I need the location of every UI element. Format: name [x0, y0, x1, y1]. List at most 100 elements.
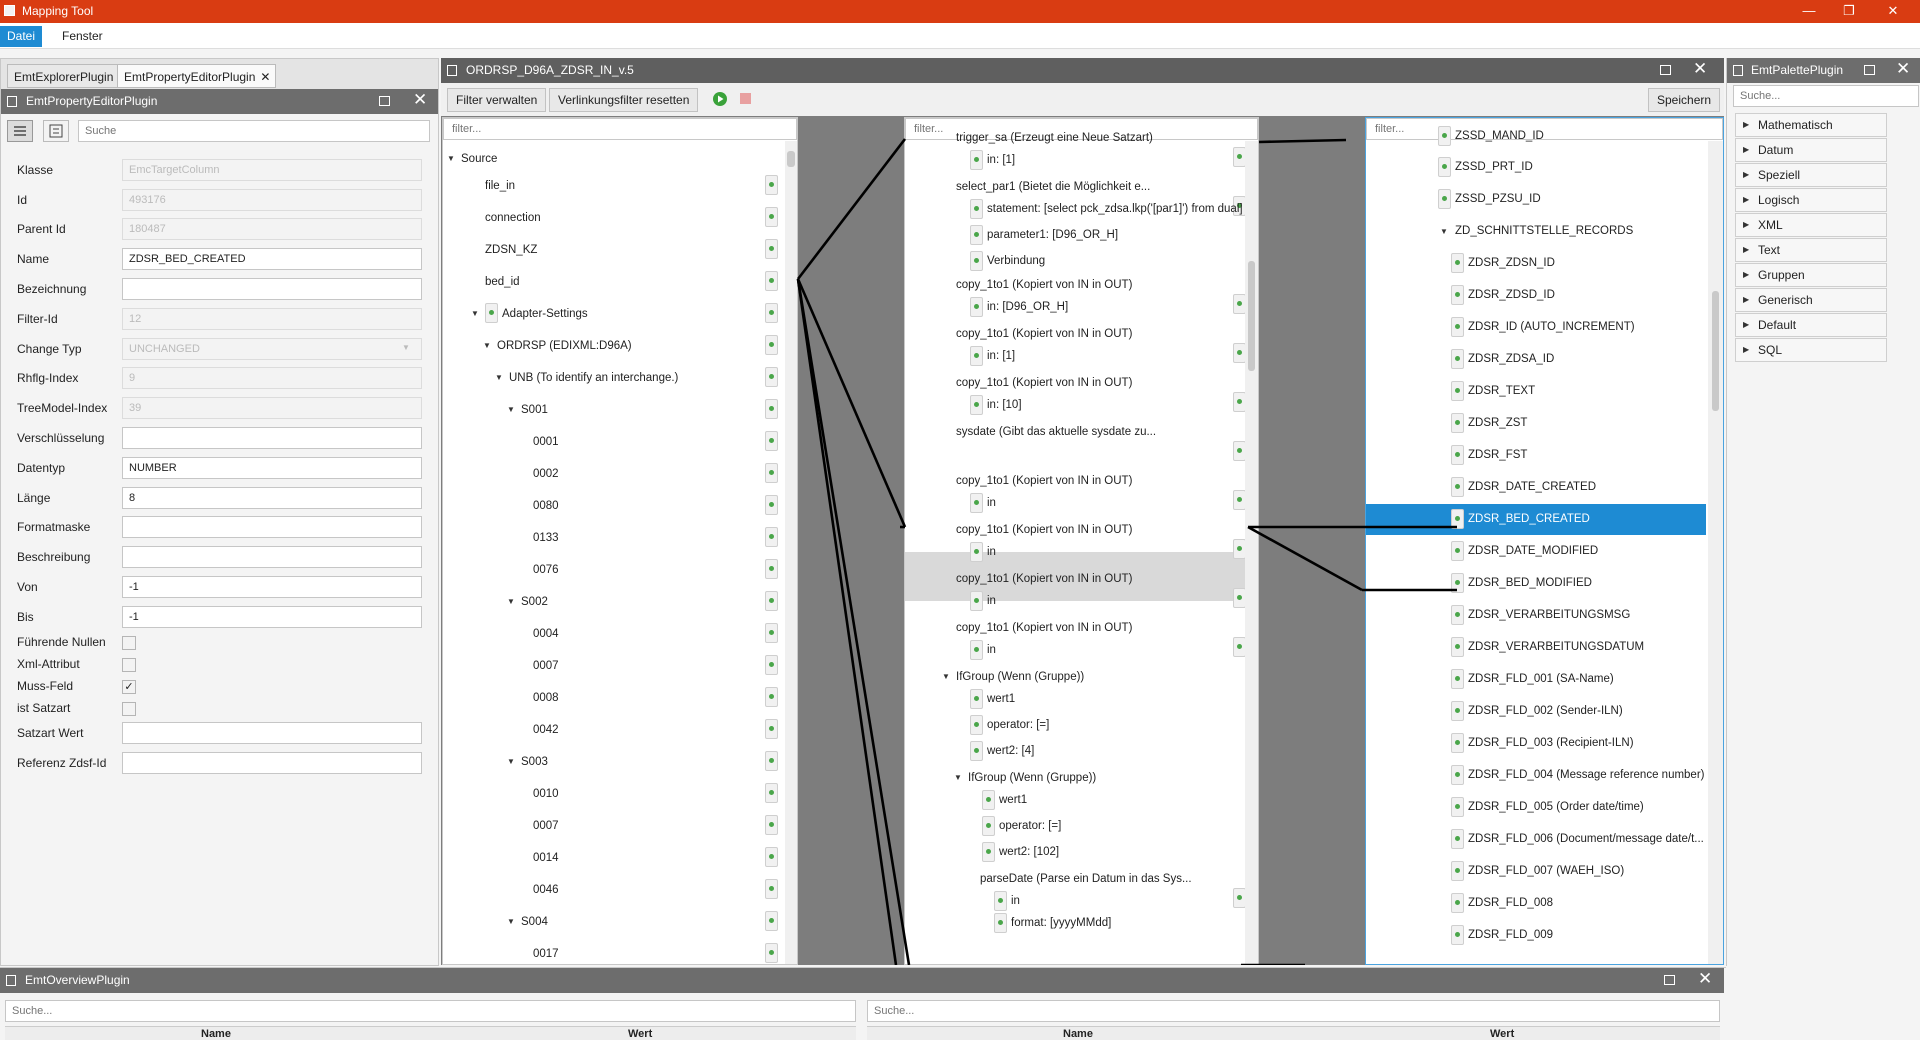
- link-port-icon[interactable]: [970, 542, 983, 562]
- target-row[interactable]: ZDSR_ZDSD_ID: [1366, 280, 1706, 311]
- link-port-icon[interactable]: [1451, 701, 1464, 721]
- palette-item[interactable]: ▶ Datum: [1735, 138, 1887, 162]
- function-row[interactable]: in: [905, 493, 1245, 513]
- column-name[interactable]: Name: [201, 1028, 231, 1040]
- palette-item[interactable]: ▶ Speziell: [1735, 163, 1887, 187]
- source-row[interactable]: 0004: [443, 623, 783, 643]
- expand-arrow-icon[interactable]: ▶: [1743, 189, 1749, 211]
- field-value[interactable]: NUMBER: [122, 457, 422, 479]
- close-icon[interactable]: ✕: [413, 89, 427, 111]
- source-row[interactable]: 0008: [443, 687, 783, 707]
- maximize-icon[interactable]: [1864, 65, 1875, 75]
- function-row[interactable]: format: [yyyyMMdd]: [905, 913, 1245, 933]
- target-row[interactable]: ZDSR_ZDSN_ID: [1366, 248, 1706, 279]
- maximize-icon[interactable]: [1664, 975, 1675, 985]
- target-row[interactable]: ZDSR_VERARBEITUNGSDATUM: [1366, 632, 1706, 663]
- function-row[interactable]: copy_1to1 (Kopiert von IN in OUT): [905, 521, 1246, 559]
- source-row[interactable]: connection: [443, 207, 783, 227]
- source-row[interactable]: 0007: [443, 655, 783, 675]
- expand-arrow-icon[interactable]: ▼: [471, 305, 479, 323]
- palette-item[interactable]: ▶ Text: [1735, 238, 1887, 262]
- overview-search-right[interactable]: [867, 1000, 1720, 1022]
- source-row[interactable]: 0017: [443, 943, 783, 963]
- overview-search-left[interactable]: [5, 1000, 856, 1022]
- close-icon[interactable]: ✕: [1882, 3, 1904, 19]
- expand-arrow-icon[interactable]: ▼: [507, 593, 515, 611]
- function-row[interactable]: parameter1: [D96_OR_H]: [905, 225, 1245, 245]
- target-row[interactable]: ZDSR_FLD_001 (SA-Name): [1366, 664, 1706, 695]
- field-value[interactable]: [122, 427, 422, 449]
- link-port-icon[interactable]: [1451, 637, 1464, 657]
- stop-icon[interactable]: [740, 93, 751, 104]
- maximize-icon[interactable]: [1660, 65, 1671, 75]
- checkbox[interactable]: ✓: [122, 680, 136, 694]
- expand-arrow-icon[interactable]: ▼: [495, 369, 503, 387]
- expand-arrow-icon[interactable]: ▼: [447, 150, 455, 168]
- close-icon[interactable]: ✕: [1896, 58, 1910, 80]
- target-row[interactable]: ZDSR_DATE_CREATED: [1366, 472, 1706, 503]
- filter-manage-button[interactable]: Filter verwalten: [447, 88, 547, 112]
- link-port-icon[interactable]: [982, 816, 995, 836]
- link-port-icon[interactable]: [970, 689, 983, 709]
- checkbox[interactable]: [122, 658, 136, 672]
- link-port-icon[interactable]: [970, 199, 983, 219]
- target-row[interactable]: ZDSR_DATE_MODIFIED: [1366, 536, 1706, 567]
- link-port-icon[interactable]: [1451, 253, 1464, 273]
- link-port-icon[interactable]: [765, 655, 778, 675]
- palette-item[interactable]: ▶ XML: [1735, 213, 1887, 237]
- minimize-icon[interactable]: —: [1798, 3, 1820, 19]
- source-row[interactable]: 0080: [443, 495, 783, 515]
- palette-item[interactable]: ▶ Gruppen: [1735, 263, 1887, 287]
- target-row[interactable]: ZDSR_TEXT: [1366, 376, 1706, 407]
- palette-search-input[interactable]: [1733, 85, 1919, 107]
- target-row[interactable]: ZSSD_MAND_ID: [1366, 121, 1706, 152]
- target-row[interactable]: ZDSR_FLD_007 (WAEH_ISO): [1366, 856, 1706, 887]
- link-port-icon[interactable]: [765, 239, 778, 259]
- link-port-icon[interactable]: [1451, 509, 1464, 529]
- link-port-icon[interactable]: [765, 559, 778, 579]
- field-value[interactable]: [122, 722, 422, 744]
- palette-item[interactable]: ▶ Generisch: [1735, 288, 1887, 312]
- link-port-icon[interactable]: [765, 335, 778, 355]
- source-scrollbar[interactable]: [785, 141, 797, 964]
- function-row[interactable]: copy_1to1 (Kopiert von IN in OUT): [905, 374, 1246, 412]
- expand-arrow-icon[interactable]: ▼: [483, 337, 491, 355]
- link-port-icon[interactable]: [765, 431, 778, 451]
- tab-explorer[interactable]: EmtExplorerPlugin: [7, 64, 121, 88]
- link-port-icon[interactable]: [765, 815, 778, 835]
- tab-property-editor[interactable]: EmtPropertyEditorPlugin ✕: [117, 64, 277, 88]
- field-value[interactable]: [122, 516, 422, 538]
- function-row[interactable]: in: [D96_OR_H]: [905, 297, 1245, 317]
- source-filter-input[interactable]: [443, 118, 797, 140]
- function-row[interactable]: wert1: [905, 689, 1245, 709]
- source-row[interactable]: 0042: [443, 719, 783, 739]
- link-port-icon[interactable]: [970, 741, 983, 761]
- link-port-icon[interactable]: [1451, 541, 1464, 561]
- function-row[interactable]: in: [905, 640, 1245, 660]
- link-port-icon[interactable]: [1451, 573, 1464, 593]
- link-port-icon[interactable]: [982, 790, 995, 810]
- expand-arrow-icon[interactable]: ▶: [1743, 139, 1749, 161]
- field-value[interactable]: 8: [122, 487, 422, 509]
- field-value[interactable]: -1: [122, 576, 422, 598]
- link-port-icon[interactable]: [765, 207, 778, 227]
- link-port-icon[interactable]: [994, 913, 1007, 933]
- source-row[interactable]: 0001: [443, 431, 783, 451]
- link-port-icon[interactable]: [1451, 285, 1464, 305]
- link-port-icon[interactable]: [970, 150, 983, 170]
- source-row[interactable]: file_in: [443, 175, 783, 195]
- target-row[interactable]: ZDSR_FLD_003 (Recipient-ILN): [1366, 728, 1706, 759]
- function-row[interactable]: operator: [=]: [905, 715, 1245, 735]
- link-port-icon[interactable]: [765, 271, 778, 291]
- palette-item[interactable]: ▶ Default: [1735, 313, 1887, 337]
- link-port-icon[interactable]: [765, 783, 778, 803]
- link-port-icon[interactable]: [970, 395, 983, 415]
- function-row[interactable]: copy_1to1 (Kopiert von IN in OUT): [905, 325, 1246, 363]
- link-port-icon[interactable]: [1451, 317, 1464, 337]
- column-value[interactable]: Wert: [628, 1028, 652, 1040]
- palette-item[interactable]: ▶ Mathematisch: [1735, 113, 1887, 137]
- maximize-icon[interactable]: [379, 96, 390, 106]
- link-port-icon[interactable]: [765, 943, 778, 963]
- target-row[interactable]: ZDSR_FLD_004 (Message reference number): [1366, 760, 1706, 791]
- expand-arrow-icon[interactable]: ▼: [507, 913, 515, 931]
